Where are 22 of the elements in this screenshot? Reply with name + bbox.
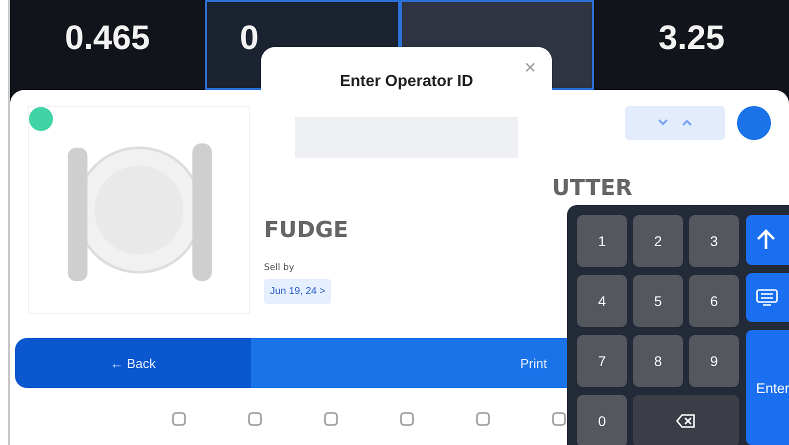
print-button[interactable]: Print bbox=[251, 338, 567, 388]
digit-key[interactable]: 0 bbox=[577, 395, 627, 445]
enter-key[interactable]: Enter bbox=[746, 330, 789, 445]
readout-value: 0 bbox=[240, 18, 259, 58]
back-button[interactable]: ← Back bbox=[15, 338, 251, 388]
digit-key[interactable]: 2 bbox=[633, 215, 683, 267]
digit-key[interactable]: 5 bbox=[633, 275, 683, 327]
digit-key[interactable]: 3 bbox=[689, 215, 739, 267]
readout-value: 0.465 bbox=[64, 18, 150, 58]
readout-tile[interactable]: 3.25 bbox=[594, 0, 789, 90]
digit-key[interactable]: 6 bbox=[689, 275, 739, 327]
product-name: FUDGE bbox=[264, 218, 350, 243]
date-chip[interactable]: Jun 19, 24 > bbox=[264, 279, 332, 304]
digit-key[interactable]: 7 bbox=[577, 335, 627, 387]
product-name: UTTER bbox=[552, 176, 632, 201]
readout-tile[interactable]: 0.465 bbox=[10, 0, 205, 90]
sell-by-label: Sell by bbox=[264, 263, 296, 273]
readout-value: 3.25 bbox=[658, 18, 725, 58]
digit-key[interactable]: 1 bbox=[577, 215, 627, 267]
digit-key[interactable]: 4 bbox=[577, 275, 627, 327]
digit-key[interactable]: 9 bbox=[689, 335, 739, 387]
digit-key[interactable]: 8 bbox=[633, 335, 683, 387]
